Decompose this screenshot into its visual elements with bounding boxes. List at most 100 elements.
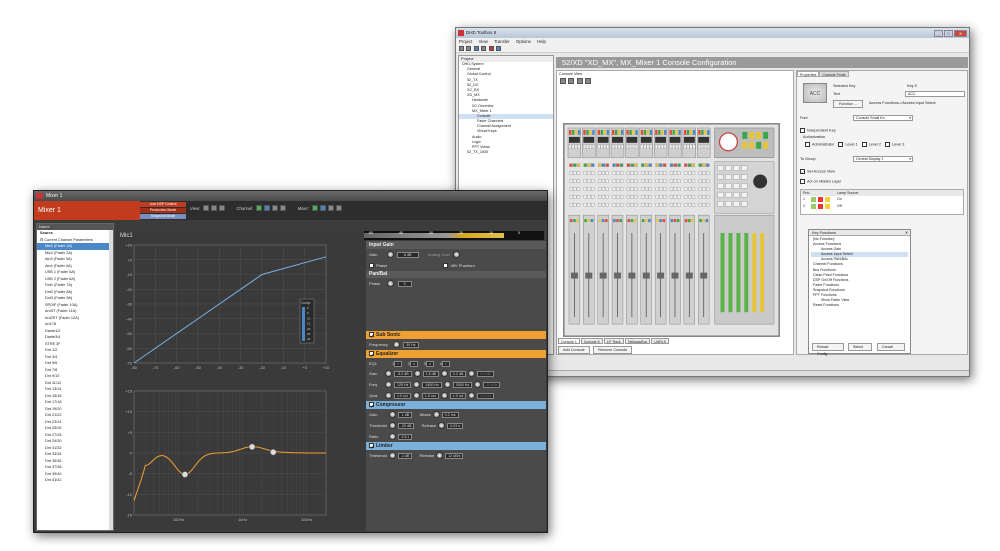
live-dsp-badge[interactable]: Live DSP Control [140,202,186,207]
console-key[interactable] [619,195,624,199]
console-key[interactable] [600,144,604,149]
console-key[interactable] [763,141,769,149]
console-key[interactable] [597,144,601,149]
console-key[interactable] [626,195,631,199]
console-key[interactable] [576,195,581,199]
console-key[interactable] [634,171,638,175]
console-key[interactable] [630,171,634,175]
pan-field[interactable]: 0 [397,280,412,287]
cancel-button[interactable]: Cancel [877,343,905,351]
console-key[interactable] [587,187,591,191]
console-key[interactable] [592,144,595,149]
console-key[interactable] [702,179,706,183]
console-key[interactable] [659,179,663,183]
console-key[interactable] [573,179,577,183]
console-key[interactable] [687,163,692,167]
console-key[interactable] [603,129,607,135]
console-key[interactable] [698,171,702,175]
console-key[interactable] [573,171,577,175]
mixer-copy-icon[interactable] [336,205,343,211]
transfer-icon[interactable] [488,46,494,51]
eq-value-field[interactable]: 1.9 oct [449,392,467,399]
console-key[interactable] [733,183,740,189]
console-key[interactable] [640,144,644,149]
console-key[interactable] [655,179,659,183]
console-key[interactable] [706,187,710,191]
console-key[interactable] [569,171,573,175]
console-key[interactable] [626,187,631,191]
console-key[interactable] [659,171,663,175]
console-key[interactable] [598,203,602,207]
console-key[interactable] [630,203,634,207]
eq-knob[interactable] [385,370,392,378]
eq-knob[interactable] [385,381,392,389]
console-jog-wheel[interactable] [753,174,768,189]
console-tab[interactable]: 19" Rack [603,338,624,344]
console-key[interactable] [616,179,620,183]
console-key[interactable] [663,171,667,175]
console-key[interactable] [618,129,621,135]
console-key[interactable] [591,195,595,199]
console-key[interactable] [655,187,659,191]
comp-threshold-knob[interactable] [388,422,396,430]
console-key[interactable] [725,192,732,198]
console-key[interactable] [619,163,624,167]
console-key[interactable] [672,144,676,149]
limiter-header[interactable]: ✓ Limiter [366,442,546,451]
fader-knob[interactable] [614,272,621,279]
lim-threshold-knob[interactable] [388,452,396,460]
maximize-button[interactable]: □ [944,30,953,37]
console-key[interactable] [675,129,678,135]
release-knob[interactable] [438,422,446,430]
console-key[interactable] [673,203,677,207]
fader-knob[interactable] [570,272,578,279]
console-key[interactable] [605,179,609,183]
console-key[interactable] [648,179,652,183]
function-button[interactable]: Function ... [833,100,863,108]
console-key[interactable] [672,129,675,135]
console-key[interactable] [626,179,631,183]
band-3-shape-icon[interactable]: ∧ [425,360,435,367]
console-key[interactable] [591,163,595,167]
console-key[interactable] [583,179,587,183]
console-key[interactable] [630,187,634,191]
console-key[interactable] [763,131,769,139]
ratio-field[interactable]: 2.5:1 [398,433,413,440]
console-key[interactable] [583,144,586,149]
fader-knob[interactable] [700,272,708,279]
source-list-item[interactable]: Dnt 41/42 [37,477,113,484]
console-key[interactable] [658,129,661,135]
mixer-lock-icon[interactable] [328,205,335,211]
console-key[interactable] [659,195,663,199]
console-key[interactable] [612,179,616,183]
open-icon[interactable] [466,46,472,51]
console-key[interactable] [573,163,577,167]
console-key[interactable] [569,179,573,183]
band-4-shape-icon[interactable]: ⌐ [441,360,450,367]
console-key[interactable] [675,144,678,149]
limiter-checkbox[interactable]: ✓ [369,443,374,451]
console-key[interactable] [589,144,592,149]
console-key[interactable] [601,187,606,191]
console-key[interactable] [571,144,575,149]
console-key[interactable] [591,203,595,207]
console-key[interactable] [587,163,591,167]
console-key[interactable] [620,144,624,149]
console-key[interactable] [687,171,692,175]
console-key[interactable] [598,163,602,167]
console-key[interactable] [663,195,667,199]
console-key[interactable] [749,141,755,149]
console-key[interactable] [684,195,688,199]
console-key[interactable] [583,187,587,191]
console-key[interactable] [569,163,573,167]
console-key[interactable] [571,129,575,135]
console-key[interactable] [655,171,659,175]
lamp-row[interactable]: 1 On [801,196,963,203]
console-key[interactable] [684,219,688,223]
channel-copy-icon[interactable] [280,205,287,211]
mixer-save-icon[interactable] [320,205,327,211]
console-key[interactable] [591,171,595,175]
pan-knob[interactable] [387,280,395,288]
console-key[interactable] [616,203,620,207]
console-key[interactable] [698,203,702,207]
